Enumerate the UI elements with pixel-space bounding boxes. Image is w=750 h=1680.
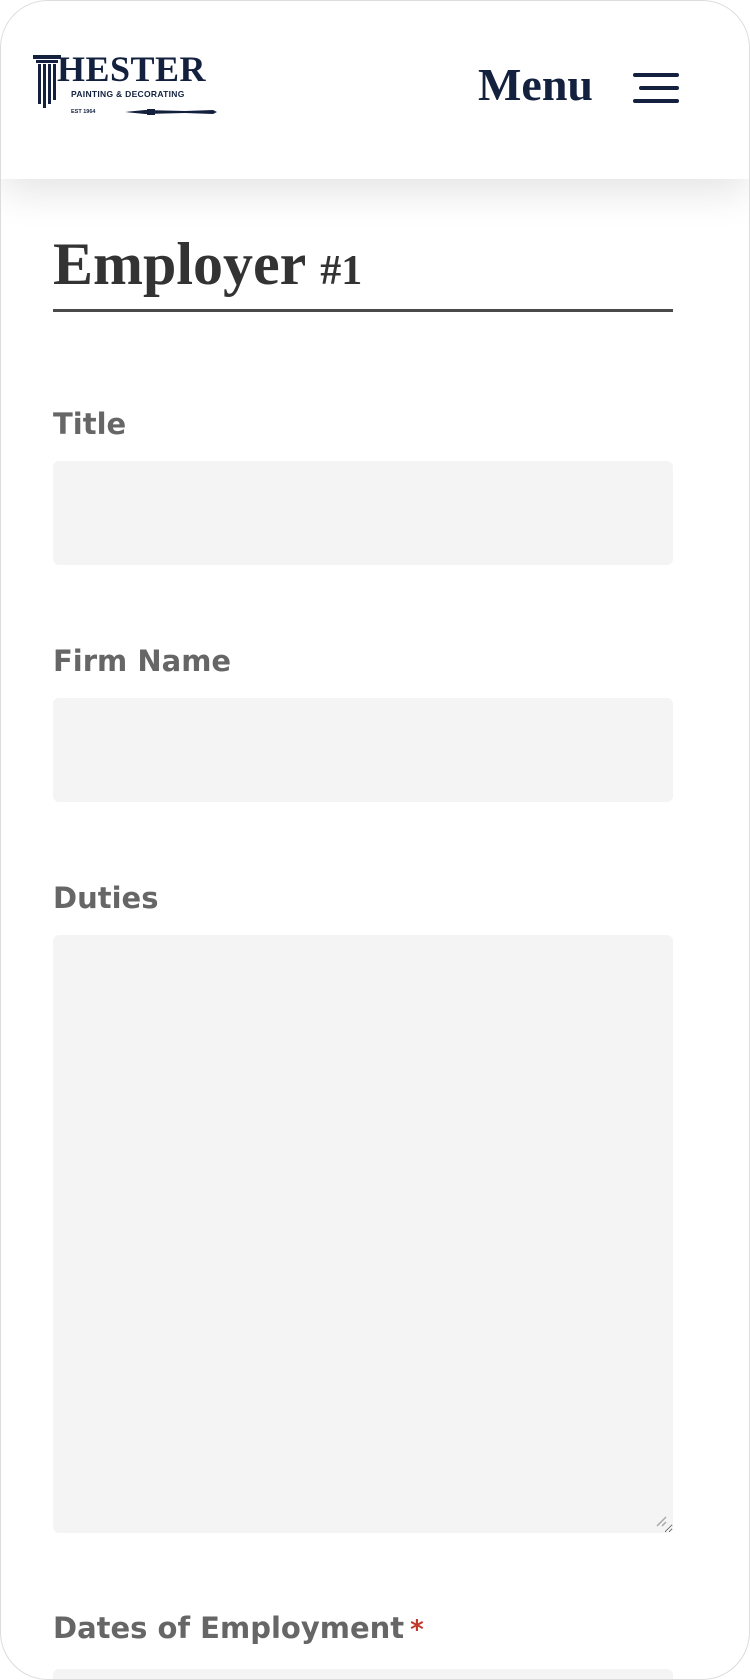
logo-name: HESTER [57, 49, 207, 89]
firm-name-input[interactable] [53, 698, 673, 802]
duties-label: Duties [53, 881, 159, 915]
dates-of-employment-label: Dates of Employment * [53, 1611, 424, 1645]
section-title-text: Employer [53, 231, 306, 297]
logo[interactable]: HESTER PAINTING & DECORATING EST 1964 [33, 49, 223, 119]
dates-of-employment-input[interactable] [53, 1669, 673, 1679]
dates-of-employment-text: Dates of Employment [53, 1611, 405, 1645]
page-frame: HESTER PAINTING & DECORATING EST 1964 Me… [0, 0, 750, 1680]
resize-handle-icon[interactable] [653, 1513, 667, 1527]
paintbrush-icon [125, 109, 217, 115]
section-number: #1 [320, 248, 363, 294]
menu-label: Menu [478, 59, 593, 110]
hamburger-icon [633, 71, 679, 105]
firm-name-label: Firm Name [53, 644, 232, 678]
menu-button[interactable]: Menu [471, 53, 691, 117]
required-asterisk: * [410, 1615, 424, 1645]
logo-est: EST 1964 [71, 109, 96, 115]
section-title: Employer #1 [53, 229, 673, 312]
duties-textarea[interactable] [53, 935, 673, 1533]
logo-tagline: PAINTING & DECORATING [71, 89, 185, 99]
site-header: HESTER PAINTING & DECORATING EST 1964 Me… [1, 1, 749, 179]
title-label: Title [53, 407, 127, 441]
title-input[interactable] [53, 461, 673, 565]
